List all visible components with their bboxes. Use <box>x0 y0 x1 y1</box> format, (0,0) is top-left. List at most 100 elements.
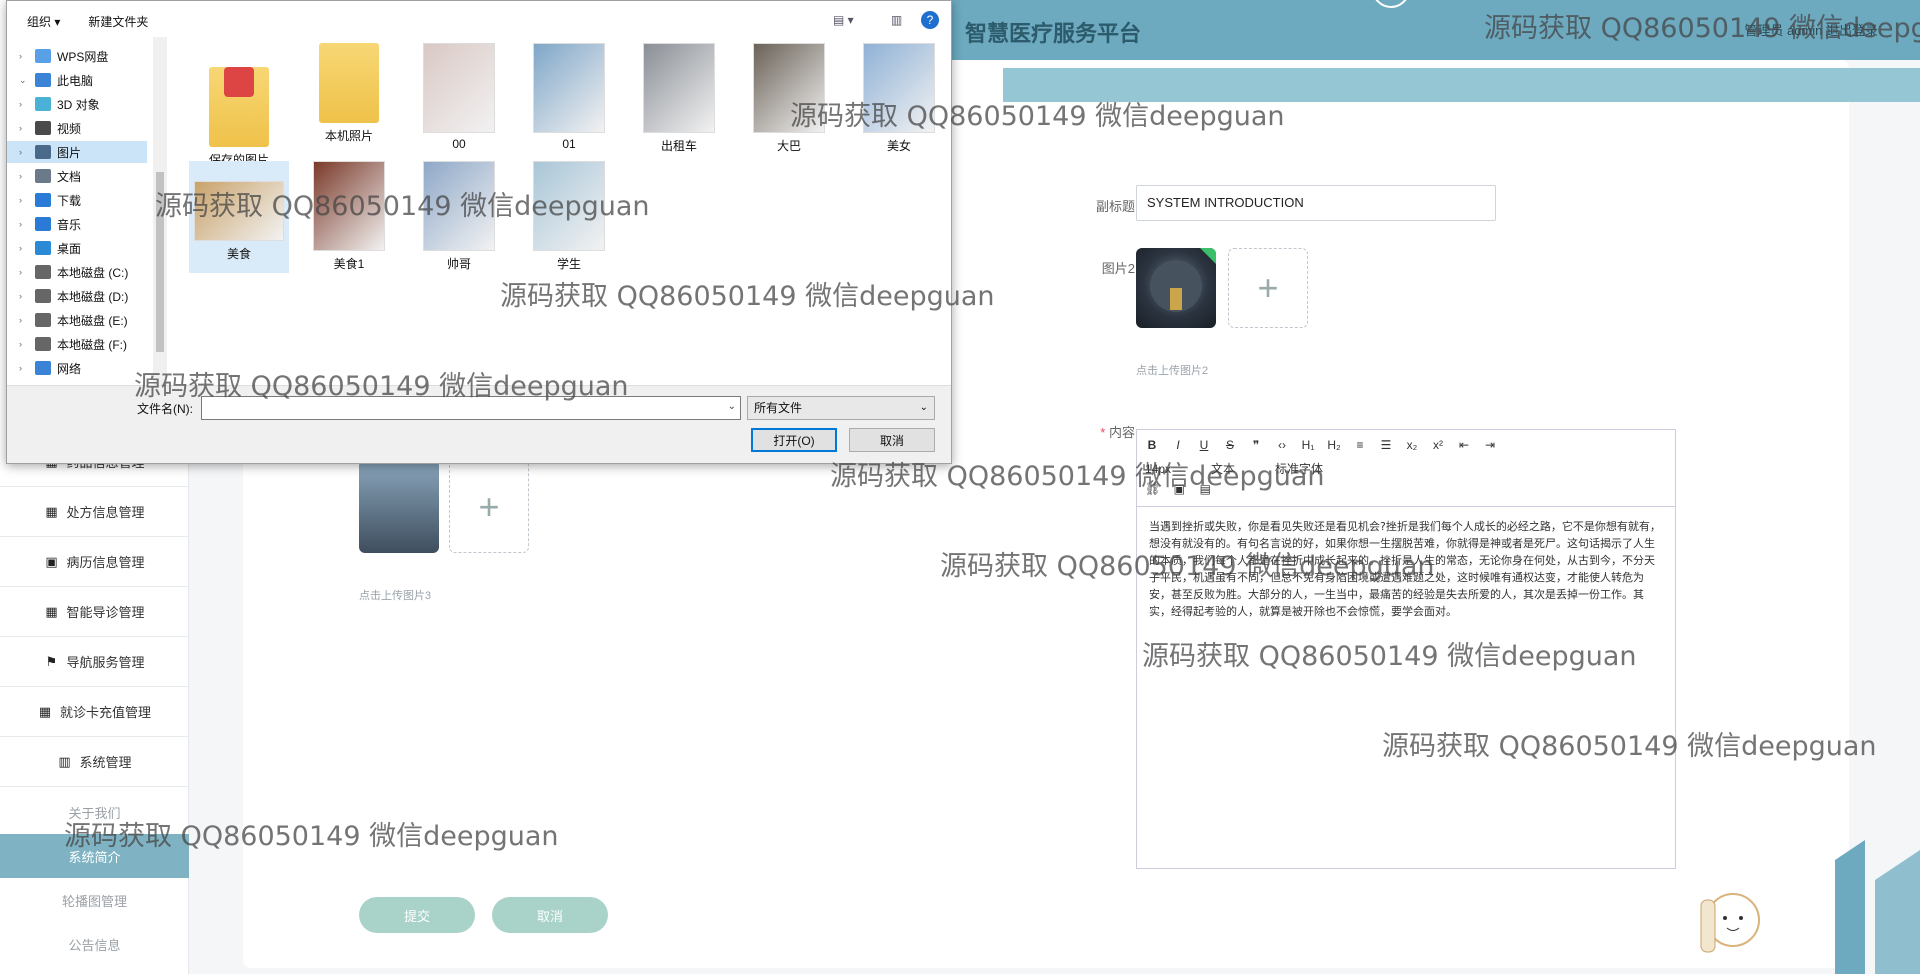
font-text-select[interactable]: 文本 <box>1211 460 1235 477</box>
tree-item[interactable]: › 视频 <box>7 117 147 139</box>
sidebar-item-records[interactable]: ▣ 病历信息管理 <box>0 537 189 587</box>
chevron-icon[interactable]: › <box>19 51 29 61</box>
help-icon[interactable]: ? <box>921 11 939 29</box>
chevron-icon[interactable]: › <box>19 99 29 109</box>
chevron-icon[interactable]: › <box>19 339 29 349</box>
file-item[interactable]: 美食1 <box>299 161 399 273</box>
editor-content[interactable]: 当遇到挫折或失败，你是看见失败还是看见机会?挫折是我们每个人成长的必经之路，它不… <box>1149 518 1665 620</box>
tree-item[interactable]: › 文档 <box>7 165 147 187</box>
submit-button[interactable]: 提交 <box>359 897 475 933</box>
tree-item[interactable]: › 本地磁盘 (D:) <box>7 285 147 307</box>
file-item[interactable]: 00 <box>409 43 509 155</box>
filename-input[interactable]: ⌄ <box>201 396 741 420</box>
subscript-button[interactable]: x₂ <box>1405 438 1419 452</box>
cancel-button[interactable]: 取消 <box>492 897 608 933</box>
tree-item[interactable]: › 音乐 <box>7 213 147 235</box>
editor-toolbar-row3: ⛓ ▣ ▤ <box>1145 482 1212 496</box>
view-icon[interactable]: ▤ ▾ <box>833 13 854 27</box>
chevron-icon[interactable]: › <box>19 315 29 325</box>
tree-scrollbar[interactable] <box>153 37 167 385</box>
dialog-cancel-button[interactable]: 取消 <box>849 428 935 452</box>
h1-button[interactable]: H₁ <box>1301 438 1315 452</box>
font-family-select[interactable]: 标准字体 <box>1275 460 1323 477</box>
file-name: 帅哥 <box>446 257 471 271</box>
chevron-icon[interactable]: › <box>19 219 29 229</box>
outdent-button[interactable]: ⇤ <box>1457 438 1471 452</box>
organize-button[interactable]: 组织 ▾ <box>7 13 74 30</box>
sidebar-subitem-carousel[interactable]: 轮播图管理 <box>0 878 189 922</box>
user-info[interactable]: 管理员 admin 退出登录 <box>1744 20 1878 39</box>
file-name: 学生 <box>556 257 581 271</box>
sidebar-item-card-recharge[interactable]: ▦ 就诊卡充值管理 <box>0 687 189 737</box>
font-size-select[interactable]: 14px <box>1145 462 1171 476</box>
superscript-button[interactable]: x² <box>1431 438 1445 452</box>
file-item[interactable]: 出租车 <box>629 43 729 155</box>
scrollbar-thumb[interactable] <box>156 172 164 352</box>
code-button[interactable]: ‹› <box>1275 438 1289 452</box>
image3-thumbnail[interactable] <box>359 460 439 553</box>
file-item[interactable]: 本机照片 <box>299 43 399 155</box>
quote-button[interactable]: ❞ <box>1249 438 1263 452</box>
tree-item[interactable]: › 桌面 <box>7 237 147 259</box>
tree-item[interactable]: › 下载 <box>7 189 147 211</box>
chevron-icon[interactable]: › <box>19 171 29 181</box>
chevron-icon[interactable]: › <box>19 123 29 133</box>
image-icon[interactable]: ▣ <box>1172 482 1186 496</box>
cloud-icon <box>35 49 51 63</box>
open-button[interactable]: 打开(O) <box>751 428 837 452</box>
chevron-icon[interactable]: › <box>19 291 29 301</box>
file-open-dialog: 组织 ▾ 新建文件夹 ▤ ▾ ▥ ? › WPS网盘 ⌄ 此电脑 › 3D 对象 › 视频 › 图… <box>6 0 952 464</box>
tree-item[interactable]: ⌄ 此电脑 <box>7 69 147 91</box>
tree-item[interactable]: › 3D 对象 <box>7 93 147 115</box>
tree-item[interactable]: › 本地磁盘 (E:) <box>7 309 147 331</box>
chevron-icon[interactable]: › <box>19 243 29 253</box>
image2-upload-button[interactable]: + <box>1228 248 1308 328</box>
sidebar-item-triage[interactable]: ▦ 智能导诊管理 <box>0 587 189 637</box>
ordered-list-button[interactable]: ≡ <box>1353 438 1367 452</box>
file-item[interactable]: 美食 <box>189 161 289 273</box>
sidebar-subitem-notice[interactable]: 公告信息 <box>0 922 189 966</box>
sidebar-item-navigation[interactable]: ⚑ 导航服务管理 <box>0 637 189 687</box>
required-mark: * <box>1100 425 1106 440</box>
link-icon[interactable]: ⛓ <box>1145 482 1160 496</box>
chevron-icon[interactable]: › <box>19 147 29 157</box>
filetype-select[interactable]: 所有文件 ⌄ <box>747 396 935 420</box>
bullet-list-button[interactable]: ☰ <box>1379 438 1393 452</box>
bold-button[interactable]: B <box>1145 438 1159 452</box>
tree-item[interactable]: › WPS网盘 <box>7 45 147 67</box>
strike-button[interactable]: S <box>1223 438 1237 452</box>
indent-button[interactable]: ⇥ <box>1483 438 1497 452</box>
document-icon <box>35 169 51 183</box>
file-name: 01 <box>562 137 576 151</box>
tree-item[interactable]: › 图片 <box>7 141 147 163</box>
file-item[interactable]: 学生 <box>519 161 619 273</box>
new-folder-button[interactable]: 新建文件夹 <box>74 13 162 30</box>
tree-item[interactable]: › 本地磁盘 (C:) <box>7 261 147 283</box>
chevron-icon[interactable]: ⌄ <box>19 75 29 86</box>
chevron-icon[interactable]: › <box>19 195 29 205</box>
underline-button[interactable]: U <box>1197 438 1211 452</box>
tree-item[interactable]: › 本地磁盘 (F:) <box>7 333 147 355</box>
video-icon[interactable]: ▤ <box>1198 482 1212 496</box>
tree-item[interactable]: › 网络 <box>7 357 147 379</box>
sidebar-item-system[interactable]: ▥ 系统管理 <box>0 737 189 787</box>
chevron-icon[interactable]: › <box>19 267 29 277</box>
subtitle-input[interactable]: SYSTEM INTRODUCTION <box>1136 185 1496 221</box>
image3-upload-button[interactable]: + <box>449 460 529 553</box>
file-item[interactable]: 保存的图片 <box>189 43 289 167</box>
file-item[interactable]: 01 <box>519 43 619 155</box>
preview-pane-icon[interactable]: ▥ <box>891 13 902 27</box>
chevron-icon[interactable]: › <box>19 363 29 373</box>
h2-button[interactable]: H₂ <box>1327 438 1341 452</box>
rich-text-editor[interactable]: B I U S ❞ ‹› H₁ H₂ ≡ ☰ x₂ x² ⇤ ⇥ 14px 文本… <box>1136 429 1676 869</box>
sidebar-subitem-about[interactable]: 关于我们 <box>0 790 189 834</box>
chevron-down-icon[interactable]: ⌄ <box>728 401 736 412</box>
image2-thumbnail[interactable] <box>1136 248 1216 328</box>
sidebar-subitem-intro[interactable]: 系统简介 <box>0 834 189 878</box>
file-item[interactable]: 美女 <box>849 43 949 155</box>
sidebar-item-prescription[interactable]: ▦ 处方信息管理 <box>0 487 189 537</box>
file-item[interactable]: 帅哥 <box>409 161 509 273</box>
header-decoration <box>1372 0 1410 8</box>
file-item[interactable]: 大巴 <box>739 43 839 155</box>
italic-button[interactable]: I <box>1171 438 1185 452</box>
